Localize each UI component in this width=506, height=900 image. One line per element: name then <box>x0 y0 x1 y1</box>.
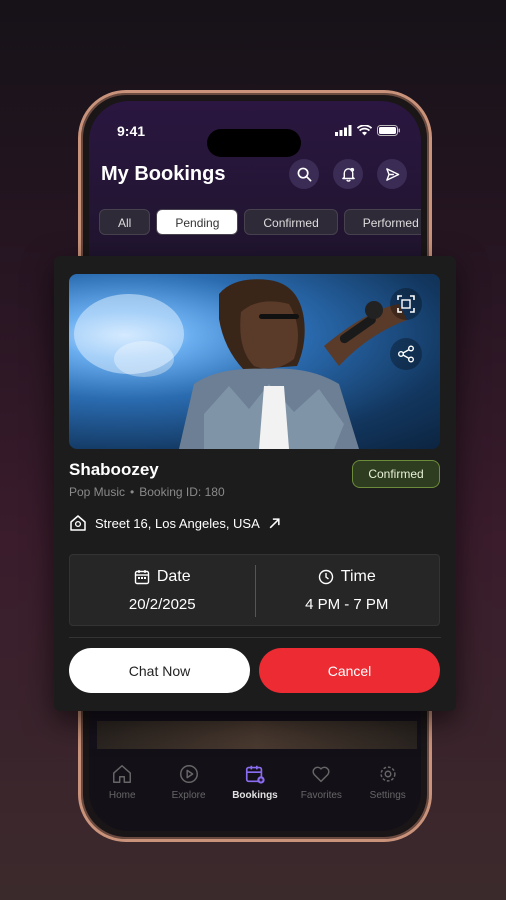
booking-meta: Pop Music • Booking ID: 180 <box>69 485 225 499</box>
tab-confirmed[interactable]: Confirmed <box>244 209 338 235</box>
tab-all[interactable]: All <box>99 209 151 235</box>
chat-now-button[interactable]: Chat Now <box>69 648 250 693</box>
send-icon <box>385 167 399 181</box>
nav-bookings-label: Bookings <box>232 790 278 801</box>
nav-home[interactable]: Home <box>95 763 149 831</box>
booking-id: Booking ID: 180 <box>139 485 225 499</box>
address-link[interactable]: Street 16, Los Angeles, USA <box>69 514 281 532</box>
nav-explore-label: Explore <box>171 790 206 801</box>
meta-separator: • <box>130 485 135 499</box>
address-text: Street 16, Los Angeles, USA <box>95 515 260 531</box>
cancel-button[interactable]: Cancel <box>259 648 440 693</box>
status-bar: 9:41 <box>89 121 421 157</box>
wifi-icon <box>357 125 372 136</box>
time-section: Time 4 PM - 7 PM <box>255 555 440 625</box>
status-badge: Confirmed <box>352 460 440 488</box>
search-button[interactable] <box>289 159 319 189</box>
nav-favorites[interactable]: Favorites <box>294 763 348 831</box>
home-icon <box>113 765 132 783</box>
notifications-button[interactable] <box>333 159 363 189</box>
card-divider <box>69 637 441 638</box>
status-time: 9:41 <box>117 123 146 139</box>
time-value: 4 PM - 7 PM <box>305 595 389 613</box>
nav-explore[interactable]: Explore <box>162 763 216 831</box>
calendar-small-icon <box>134 569 150 584</box>
share-button[interactable] <box>390 338 422 370</box>
view-gallery-button[interactable] <box>390 288 422 320</box>
page-title: My Bookings <box>101 163 226 185</box>
scan-icon <box>397 295 415 313</box>
nav-settings-label: Settings <box>369 790 406 801</box>
dynamic-island <box>207 129 301 157</box>
send-button[interactable] <box>377 159 407 189</box>
calendar-icon <box>245 765 265 784</box>
performer-illustration <box>74 279 407 449</box>
tab-performed[interactable]: Performed <box>343 209 421 235</box>
date-section: Date 20/2/2025 <box>70 555 255 625</box>
heart-icon <box>312 766 330 783</box>
battery-icon <box>377 125 400 136</box>
date-value: 20/2/2025 <box>128 595 196 613</box>
status-icons <box>335 125 401 136</box>
location-home-icon <box>70 515 86 531</box>
clock-icon <box>318 569 333 584</box>
genre-label: Pop Music <box>69 485 126 499</box>
bottom-nav: Home Explore Bookings Favorites Settings <box>89 749 421 831</box>
nav-home-label: Home <box>108 790 136 801</box>
play-circle-icon <box>179 765 198 783</box>
share-icon <box>398 345 414 363</box>
date-time-panel: Date 20/2/2025 Time 4 PM - 7 PM <box>69 554 440 626</box>
artist-name: Shaboozey <box>69 460 159 479</box>
nav-favorites-label: Favorites <box>300 790 342 801</box>
external-link-icon <box>269 517 280 528</box>
gear-icon <box>380 766 396 782</box>
nav-settings[interactable]: Settings <box>361 763 415 831</box>
signal-icon <box>335 125 352 136</box>
nav-bookings[interactable]: Bookings <box>228 763 282 831</box>
booking-tabs: All Pending Confirmed Performed <box>99 209 421 235</box>
bell-icon <box>341 167 355 182</box>
tab-pending[interactable]: Pending <box>156 209 239 235</box>
time-label: Time <box>340 567 376 585</box>
date-label: Date <box>156 567 191 585</box>
header-actions <box>289 159 407 189</box>
artist-photo <box>69 274 440 449</box>
search-icon <box>297 167 311 181</box>
booking-card[interactable]: Shaboozey Pop Music • Booking ID: 180 Conf… <box>54 256 456 711</box>
